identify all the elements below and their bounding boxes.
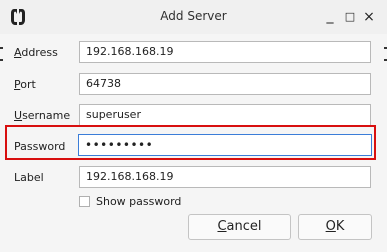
maximize-button[interactable]: □ [343, 9, 357, 25]
close-button[interactable]: × [362, 9, 376, 25]
title-bar[interactable]: Add Server _ □ × [0, 0, 387, 34]
label-input[interactable]: 192.168.168.19 [79, 166, 371, 188]
label-label: Label [14, 171, 44, 184]
ok-label: K [335, 219, 345, 234]
username-input[interactable]: superuser [79, 104, 371, 126]
cancel-button[interactable]: Cancel [188, 214, 291, 240]
cancel-label: ancel [226, 219, 262, 234]
window-edge-mark [0, 47, 3, 49]
port-label: Port [14, 78, 36, 91]
ok-mnemonic: O [325, 219, 336, 234]
password-highlight-box [5, 125, 376, 160]
window-edge-mark [0, 59, 3, 61]
cancel-mnemonic: C [217, 219, 227, 234]
show-password-label[interactable]: Show password [96, 195, 181, 208]
show-password-checkbox[interactable] [79, 196, 90, 207]
ok-button[interactable]: OK [298, 214, 372, 240]
port-input[interactable]: 64738 [79, 73, 371, 95]
address-label: Address [14, 46, 58, 59]
minimize-button[interactable]: _ [323, 8, 337, 24]
address-input[interactable]: 192.168.168.19 [79, 41, 371, 63]
username-label: Username [14, 109, 71, 122]
